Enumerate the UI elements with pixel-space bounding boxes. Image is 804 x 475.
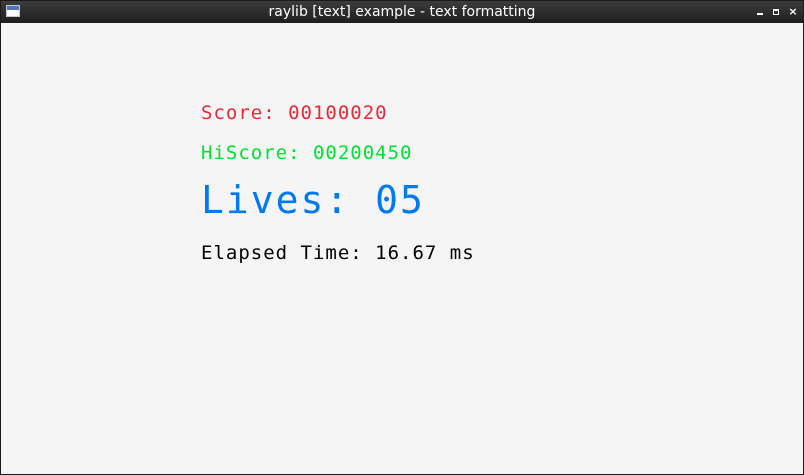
game-canvas: Score: 00100020 HiScore: 00200450 Lives:… — [1, 23, 803, 474]
maximize-button[interactable] — [770, 4, 783, 20]
title-bar[interactable]: raylib [text] example - text formatting … — [1, 1, 803, 23]
elapsed-time-text: Elapsed Time: 16.67 ms — [201, 242, 475, 264]
app-window: raylib [text] example - text formatting … — [0, 0, 804, 475]
close-button[interactable]: × — [786, 4, 799, 20]
window-title: raylib [text] example - text formatting — [268, 4, 536, 20]
window-controls: × — [754, 4, 799, 20]
hiscore-text: HiScore: 00200450 — [201, 142, 413, 164]
minimize-button[interactable] — [754, 4, 767, 20]
lives-text: Lives: 05 — [201, 178, 425, 222]
close-icon: × — [788, 5, 798, 18]
score-text: Score: 00100020 — [201, 102, 388, 124]
minimize-icon — [757, 13, 763, 15]
maximize-icon — [773, 9, 779, 15]
